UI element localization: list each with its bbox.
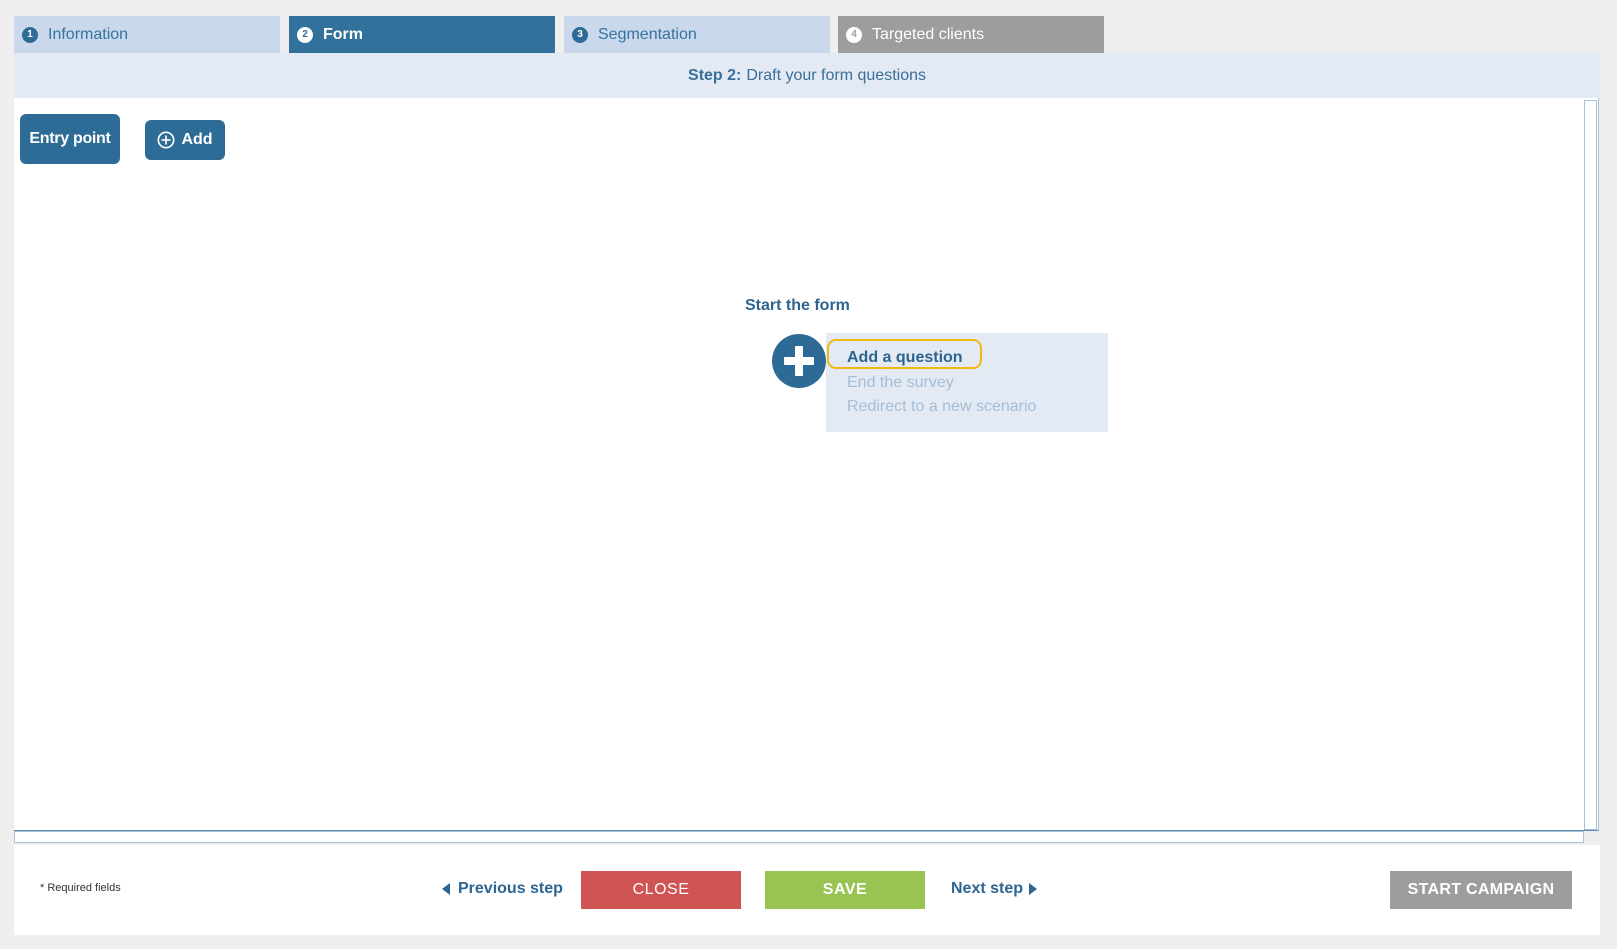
- caret-left-icon: [442, 883, 450, 895]
- plus-circle-icon: [157, 131, 175, 149]
- step-number-badge: 1: [22, 26, 38, 43]
- footer-bar: * Required fields Previous step CLOSE SA…: [14, 845, 1600, 935]
- next-step-link[interactable]: Next step: [951, 880, 1038, 898]
- add-options-menu: Add a question End the survey Redirect t…: [826, 333, 1108, 432]
- entry-point-button[interactable]: Entry point: [20, 114, 120, 164]
- vertical-scrollbar[interactable]: [1584, 100, 1597, 830]
- form-canvas: [14, 98, 1599, 831]
- horizontal-scrollbar[interactable]: [14, 831, 1584, 843]
- step-number-badge: 2: [297, 26, 313, 43]
- tab-segmentation[interactable]: 3 Segmentation: [564, 16, 830, 53]
- required-fields-note: * Required fields: [40, 882, 121, 894]
- tab-targeted-clients[interactable]: 4 Targeted clients: [838, 16, 1104, 53]
- next-step-label: Next step: [951, 880, 1024, 897]
- step-description: Step 2: Draft your form questions: [14, 53, 1600, 98]
- previous-step-link[interactable]: Previous step: [442, 880, 563, 898]
- step-number-badge: 3: [572, 26, 588, 43]
- tab-information[interactable]: 1 Information: [14, 16, 280, 53]
- wizard-tabs: 1 Information 2 Form 3 Segmentation 4 Ta…: [14, 16, 1104, 53]
- tab-label: Targeted clients: [872, 25, 985, 43]
- step-number-badge: 4: [846, 26, 862, 43]
- menu-item-end-survey[interactable]: End the survey: [847, 374, 954, 392]
- close-button[interactable]: CLOSE: [581, 871, 741, 909]
- add-button[interactable]: Add: [145, 120, 225, 160]
- save-button[interactable]: SAVE: [765, 871, 925, 909]
- previous-step-label: Previous step: [458, 880, 563, 897]
- tab-label: Information: [48, 25, 129, 43]
- add-step-plus-icon[interactable]: [772, 334, 826, 388]
- menu-item-redirect-scenario[interactable]: Redirect to a new scenario: [847, 398, 1036, 416]
- step-text: Draft your form questions: [746, 66, 926, 84]
- start-form-label: Start the form: [745, 297, 850, 314]
- step-prefix: Step 2:: [688, 66, 742, 84]
- start-campaign-button[interactable]: START CAMPAIGN: [1390, 871, 1572, 909]
- tab-form[interactable]: 2 Form: [289, 16, 555, 53]
- tab-label: Segmentation: [598, 25, 697, 43]
- add-button-label: Add: [181, 131, 213, 148]
- tab-label: Form: [323, 25, 363, 43]
- caret-right-icon: [1029, 883, 1038, 895]
- menu-item-add-question[interactable]: Add a question: [847, 349, 963, 367]
